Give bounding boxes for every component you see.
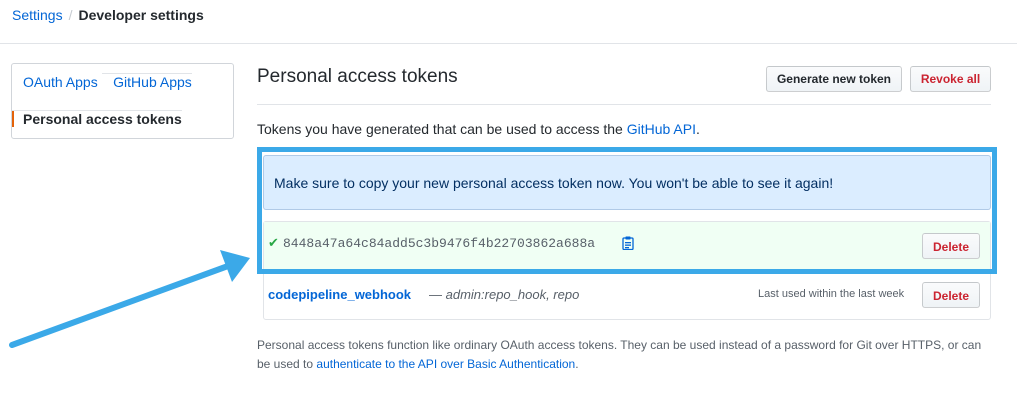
- flash-message: Make sure to copy your new personal acce…: [274, 175, 834, 191]
- tokens-footnote: Personal access tokens function like ord…: [257, 336, 991, 374]
- basic-auth-link[interactable]: authenticate to the API over Basic Authe…: [316, 357, 575, 371]
- pointer-arrow: [9, 250, 250, 348]
- check-icon: ✔: [268, 235, 279, 250]
- description-suffix: .: [695, 121, 700, 137]
- token-scopes-dash: —: [429, 287, 446, 302]
- breadcrumb-separator: /: [68, 7, 73, 23]
- revoke-all-button[interactable]: Revoke all: [910, 66, 991, 92]
- settings-sidebar: OAuth Apps GitHub Apps Personal access t…: [11, 63, 234, 139]
- breadcrumb-current: Developer settings: [78, 7, 204, 23]
- new-token-row: ✔ 8448a47a64c84add5c3b9476f4b22703862a68…: [264, 222, 990, 272]
- token-scopes-list: admin:repo_hook, repo: [445, 287, 580, 302]
- page-title: Personal access tokens: [257, 66, 458, 87]
- description-text: Tokens you have generated that can be us…: [257, 121, 627, 137]
- token-name-link[interactable]: codepipeline_webhook: [268, 287, 411, 302]
- token-list: ✔ 8448a47a64c84add5c3b9476f4b22703862a68…: [263, 221, 991, 320]
- breadcrumb-settings-link[interactable]: Settings: [12, 7, 63, 23]
- clipboard-icon[interactable]: [622, 236, 634, 250]
- delete-new-token-button[interactable]: Delete: [922, 233, 980, 259]
- sidebar-item-personal-access-tokens[interactable]: Personal access tokens: [12, 110, 182, 127]
- sidebar-item-github-apps[interactable]: GitHub Apps: [102, 73, 192, 90]
- github-api-link[interactable]: GitHub API: [627, 121, 696, 137]
- tokens-description: Tokens you have generated that can be us…: [257, 121, 700, 137]
- footnote-suffix: .: [575, 357, 579, 371]
- new-token-value[interactable]: 8448a47a64c84add5c3b9476f4b22703862a688a: [283, 236, 595, 251]
- top-bar: Settings / Developer settings: [0, 0, 1017, 44]
- token-row: codepipeline_webhook — admin:repo_hook, …: [264, 272, 990, 319]
- token-scopes: — admin:repo_hook, repo: [429, 287, 579, 302]
- token-last-used: Last used within the last week: [758, 288, 905, 300]
- sidebar-item-oauth-apps[interactable]: OAuth Apps: [12, 74, 98, 90]
- breadcrumb: Settings / Developer settings: [12, 7, 204, 23]
- header-divider: [257, 104, 991, 105]
- delete-token-button[interactable]: Delete: [922, 282, 980, 308]
- generate-new-token-button[interactable]: Generate new token: [766, 66, 902, 92]
- copy-token-flash: Make sure to copy your new personal acce…: [263, 155, 991, 210]
